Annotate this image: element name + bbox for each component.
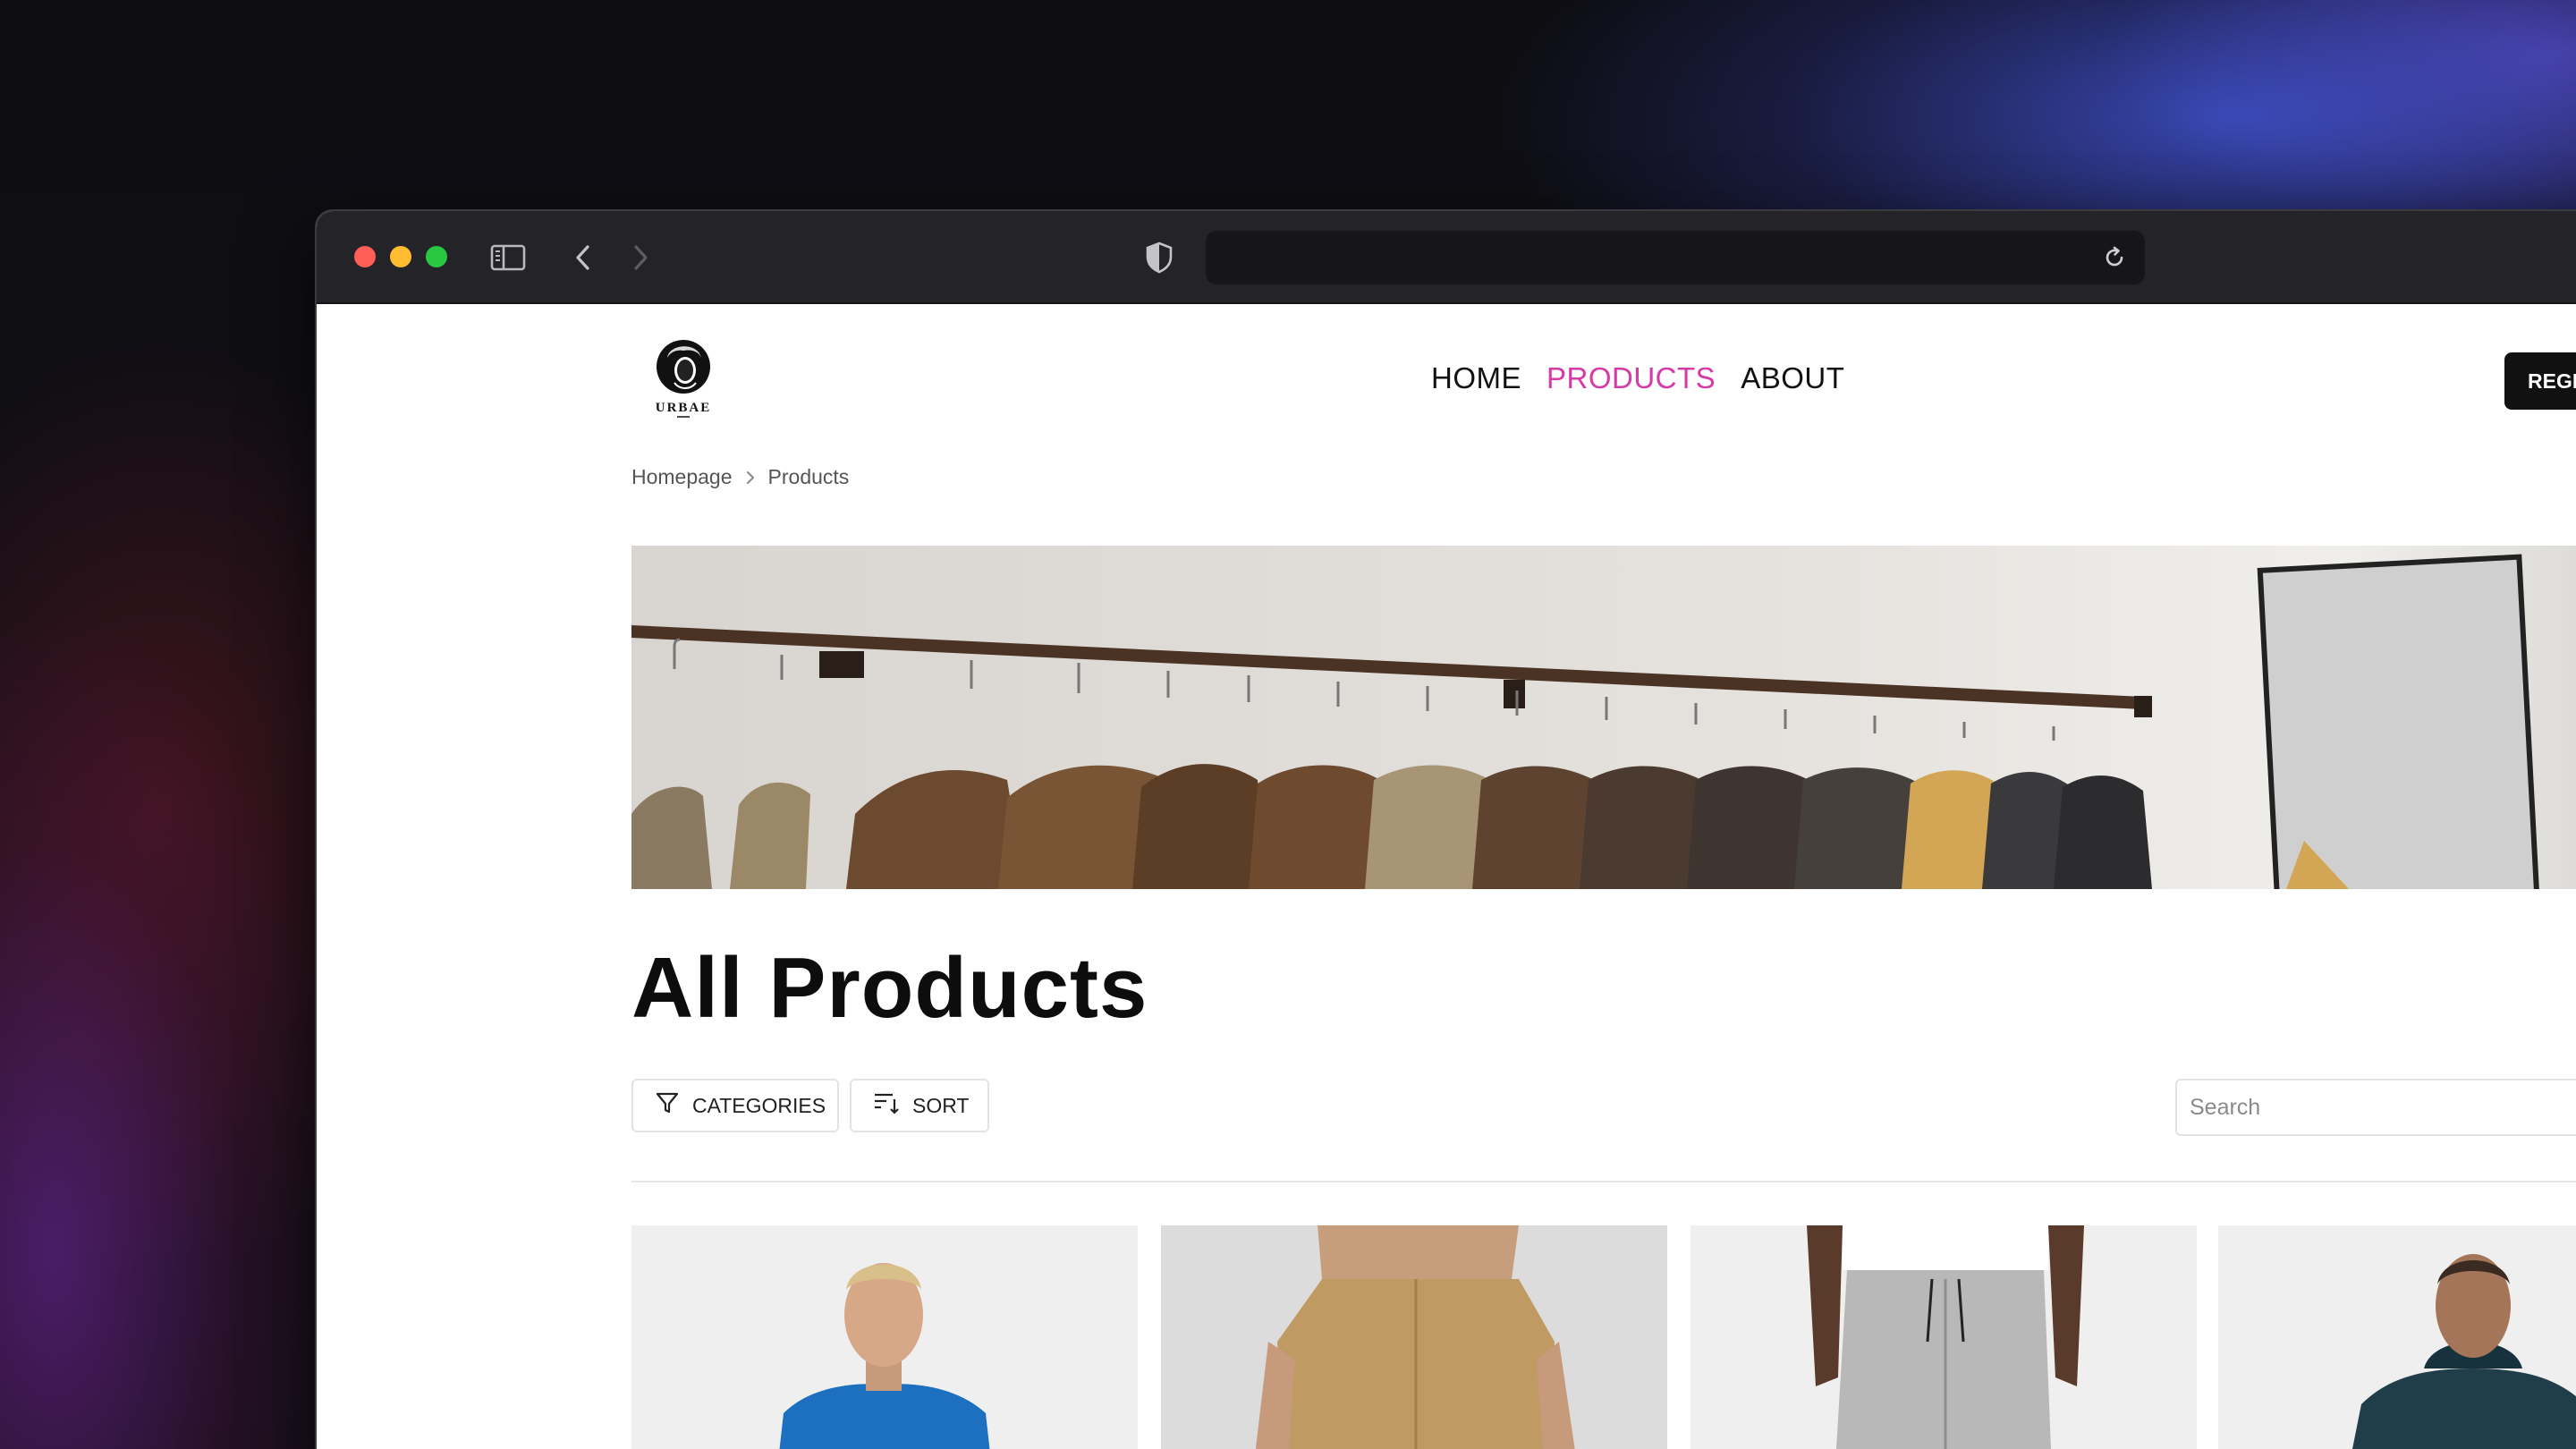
sort-icon [873, 1090, 900, 1121]
product-image [1255, 1225, 1575, 1449]
nav-products[interactable]: PRODUCTS [1546, 361, 1716, 395]
search-input[interactable] [2175, 1079, 2576, 1136]
browser-toolbar [317, 211, 2576, 304]
forward-arrow-icon[interactable] [621, 238, 660, 277]
sort-label: SORT [912, 1093, 970, 1117]
address-bar[interactable] [1206, 231, 2145, 284]
register-button[interactable]: REGI [2504, 352, 2576, 410]
product-card[interactable] [1690, 1225, 2197, 1449]
reload-icon[interactable] [2095, 238, 2134, 277]
nav-about[interactable]: ABOUT [1741, 361, 1844, 395]
back-arrow-icon[interactable] [564, 238, 603, 277]
close-window-button[interactable] [354, 246, 376, 267]
web-page: URBAE HOME PRODUCTS ABOUT REGI Homepage … [317, 304, 2576, 1449]
shield-icon[interactable] [1140, 238, 1179, 277]
divider [631, 1181, 2576, 1182]
filter-icon [655, 1090, 680, 1121]
product-image [1807, 1225, 2084, 1449]
product-card[interactable] [631, 1225, 1138, 1449]
svg-text:URBAE: URBAE [656, 401, 712, 415]
product-image [779, 1263, 990, 1449]
product-card[interactable] [2218, 1225, 2576, 1449]
breadcrumb-products: Products [767, 465, 850, 488]
browser-window: URBAE HOME PRODUCTS ABOUT REGI Homepage … [317, 211, 2576, 1449]
product-card[interactable] [1161, 1225, 1667, 1449]
product-image [2352, 1254, 2576, 1449]
categories-label: CATEGORIES [692, 1093, 826, 1117]
nav-home[interactable]: HOME [1431, 361, 1521, 395]
chevron-right-icon [745, 470, 756, 486]
main-nav: HOME PRODUCTS ABOUT [1431, 361, 1844, 395]
site-logo[interactable]: URBAE [648, 331, 719, 420]
categories-button[interactable]: CATEGORIES [631, 1079, 839, 1132]
sidebar-icon[interactable] [488, 238, 528, 277]
maximize-window-button[interactable] [426, 246, 447, 267]
breadcrumb-homepage[interactable]: Homepage [631, 465, 733, 489]
page-title: All Products [631, 940, 1148, 1036]
minimize-window-button[interactable] [390, 246, 411, 267]
breadcrumb: Homepage Products [631, 465, 849, 489]
hero-banner-image [631, 546, 2576, 889]
sort-button[interactable]: SORT [850, 1079, 989, 1132]
